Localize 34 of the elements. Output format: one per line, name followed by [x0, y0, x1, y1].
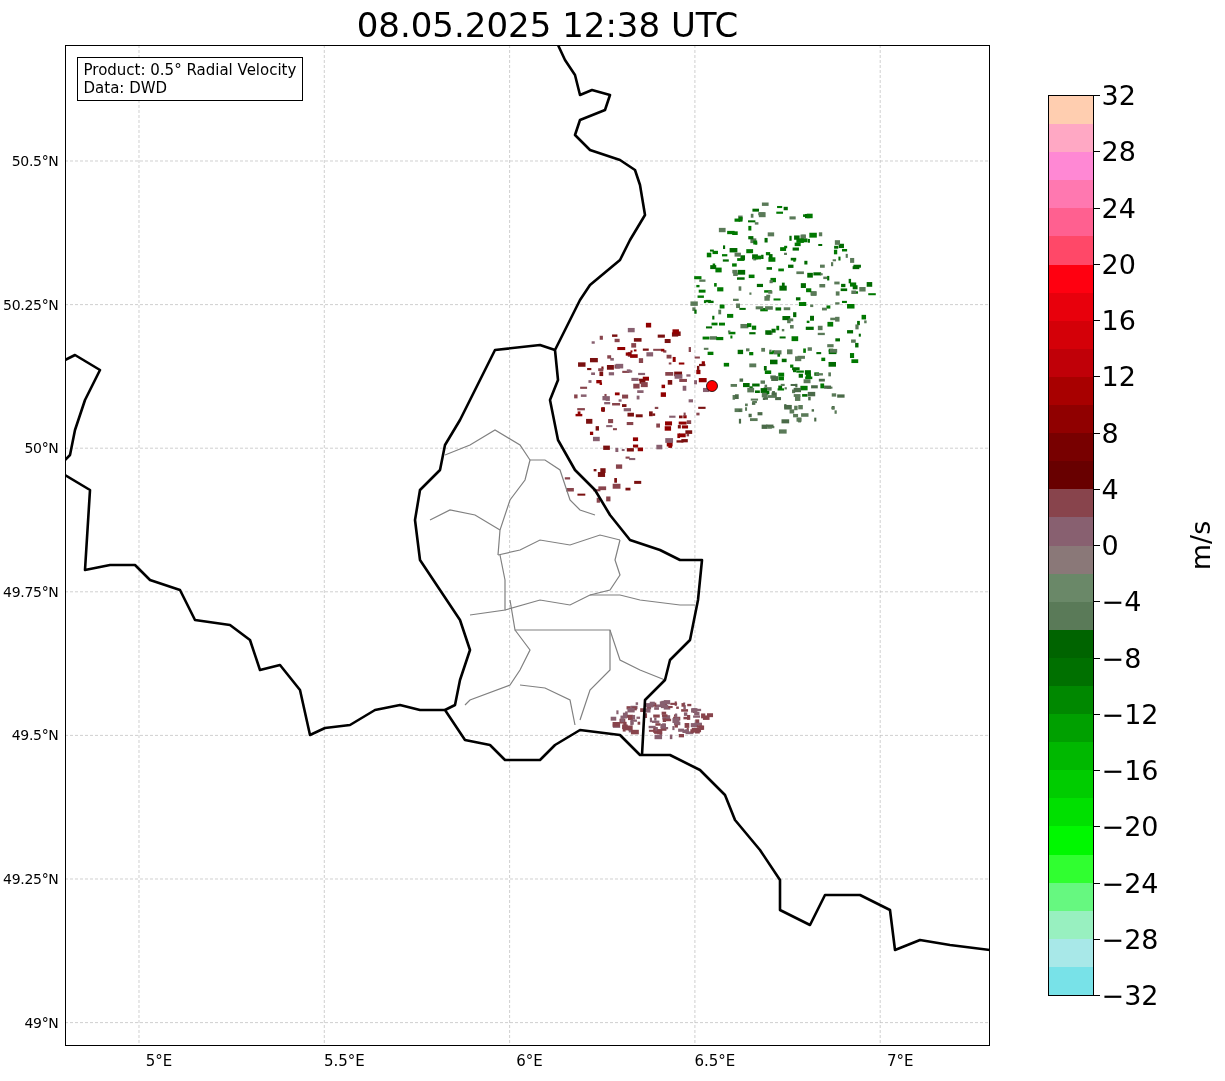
- longitude-label: 6.5°E: [694, 1052, 736, 1070]
- colorbar-tick-label: −12: [1101, 698, 1159, 730]
- latitude-label: 49°N: [24, 1014, 59, 1031]
- latitude-label: 49.5°N: [11, 727, 59, 744]
- map-title: 08.05.2025 12:38 UTC: [356, 4, 739, 47]
- latitude-label: 49.75°N: [3, 583, 59, 600]
- colorbar-tick-label: 16: [1101, 304, 1136, 336]
- colorbar-tick-label: −4: [1101, 585, 1142, 617]
- colorbar-tick-label: 4: [1101, 473, 1119, 505]
- colorbar-unit-label: m/s: [1184, 520, 1216, 571]
- longitude-label: 7°E: [886, 1052, 914, 1070]
- latitude-label: 49.25°N: [3, 871, 59, 887]
- colorbar-tick-label: −16: [1101, 754, 1159, 786]
- colorbar-tick-label: 8: [1101, 417, 1119, 448]
- colorbar-tick-label: 0: [1101, 529, 1119, 561]
- longitude-label: 5°E: [145, 1052, 173, 1070]
- colorbar-tick-label: −28: [1101, 923, 1159, 955]
- colorbar-tick-label: −8: [1101, 642, 1142, 673]
- colorbar-tick-label: −24: [1101, 867, 1159, 898]
- latitude-label: 50.5°N: [11, 153, 59, 169]
- longitude-label: 5.5°E: [323, 1052, 365, 1070]
- radar-site-marker: [705, 380, 718, 392]
- info-text: Product: 0.5° Radial Velocity: [83, 61, 297, 79]
- colorbar-tick-label: 32: [1101, 79, 1136, 111]
- colorbar-tick-label: 24: [1101, 192, 1136, 223]
- latitude-label: 50°N: [24, 440, 59, 457]
- latitude-label: 50.25°N: [3, 296, 59, 313]
- colorbar-tick-label: −20: [1101, 810, 1159, 842]
- colorbar-tick-label: 20: [1101, 248, 1136, 280]
- info-text: Data: DWD: [83, 79, 169, 97]
- colorbar-tick-label: −32: [1101, 979, 1159, 1011]
- colorbar-tick-label: 12: [1101, 360, 1136, 392]
- longitude-label: 6°E: [516, 1052, 543, 1070]
- colorbar-tick-label: 28: [1101, 135, 1136, 167]
